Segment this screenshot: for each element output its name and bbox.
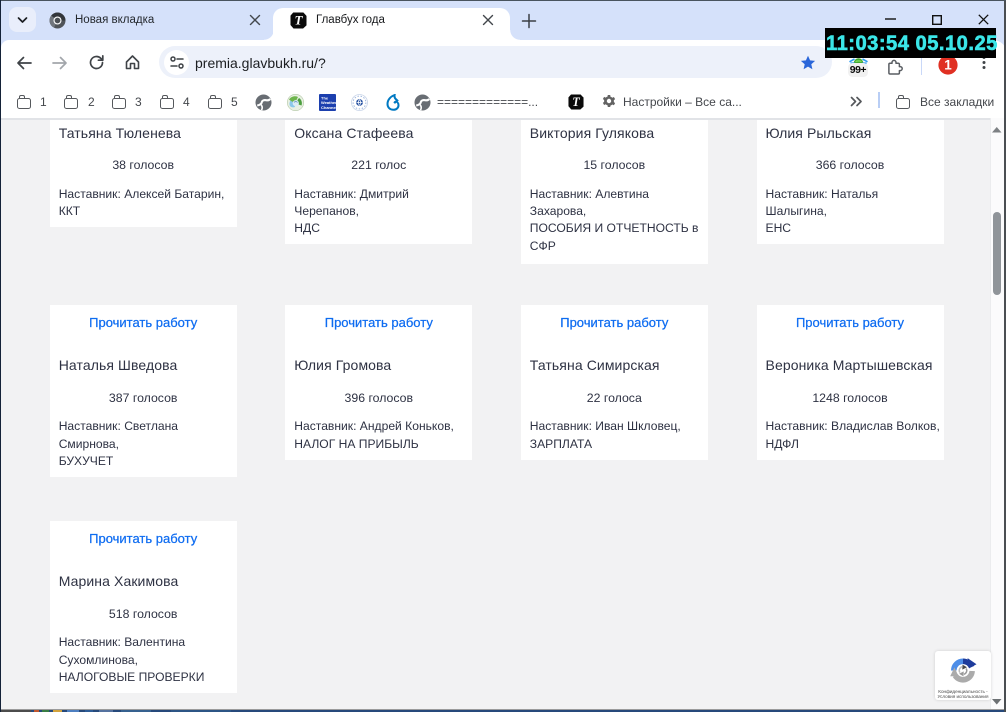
svg-text:1: 1 [944,58,952,73]
svg-text:T: T [572,95,580,109]
svg-text:T: T [295,13,304,28]
svg-text:Channel: Channel [321,105,336,110]
